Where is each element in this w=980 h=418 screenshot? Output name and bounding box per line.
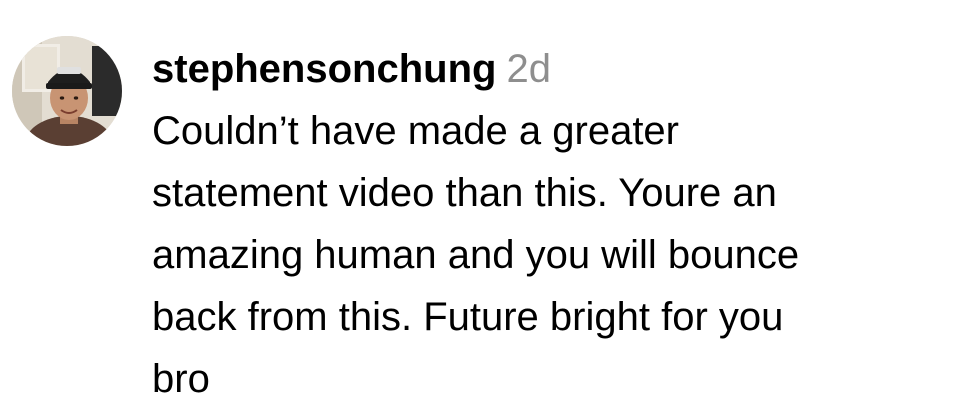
comment-text: Couldn’t have made a greater statement v… <box>152 100 967 410</box>
comment-text-line: statement video than this. Youre an <box>152 171 777 215</box>
avatar-photo-icon <box>12 36 122 146</box>
comment-item: stephensonchung 2d Couldn’t have made a g… <box>0 0 980 418</box>
comment-text-line: back from this. Future bright for you <box>152 295 784 339</box>
comment-content: stephensonchung 2d Couldn’t have made a g… <box>152 38 967 410</box>
comment-timestamp[interactable]: 2d <box>506 47 551 91</box>
comment-text-line: bro <box>152 357 210 401</box>
comment-header: stephensonchung 2d <box>152 38 967 100</box>
comment-text-line: amazing human and you will bounce <box>152 233 800 277</box>
username-link[interactable]: stephensonchung <box>152 47 496 91</box>
user-avatar[interactable] <box>12 36 122 146</box>
comment-text-line: Couldn’t have made a greater <box>152 109 679 153</box>
